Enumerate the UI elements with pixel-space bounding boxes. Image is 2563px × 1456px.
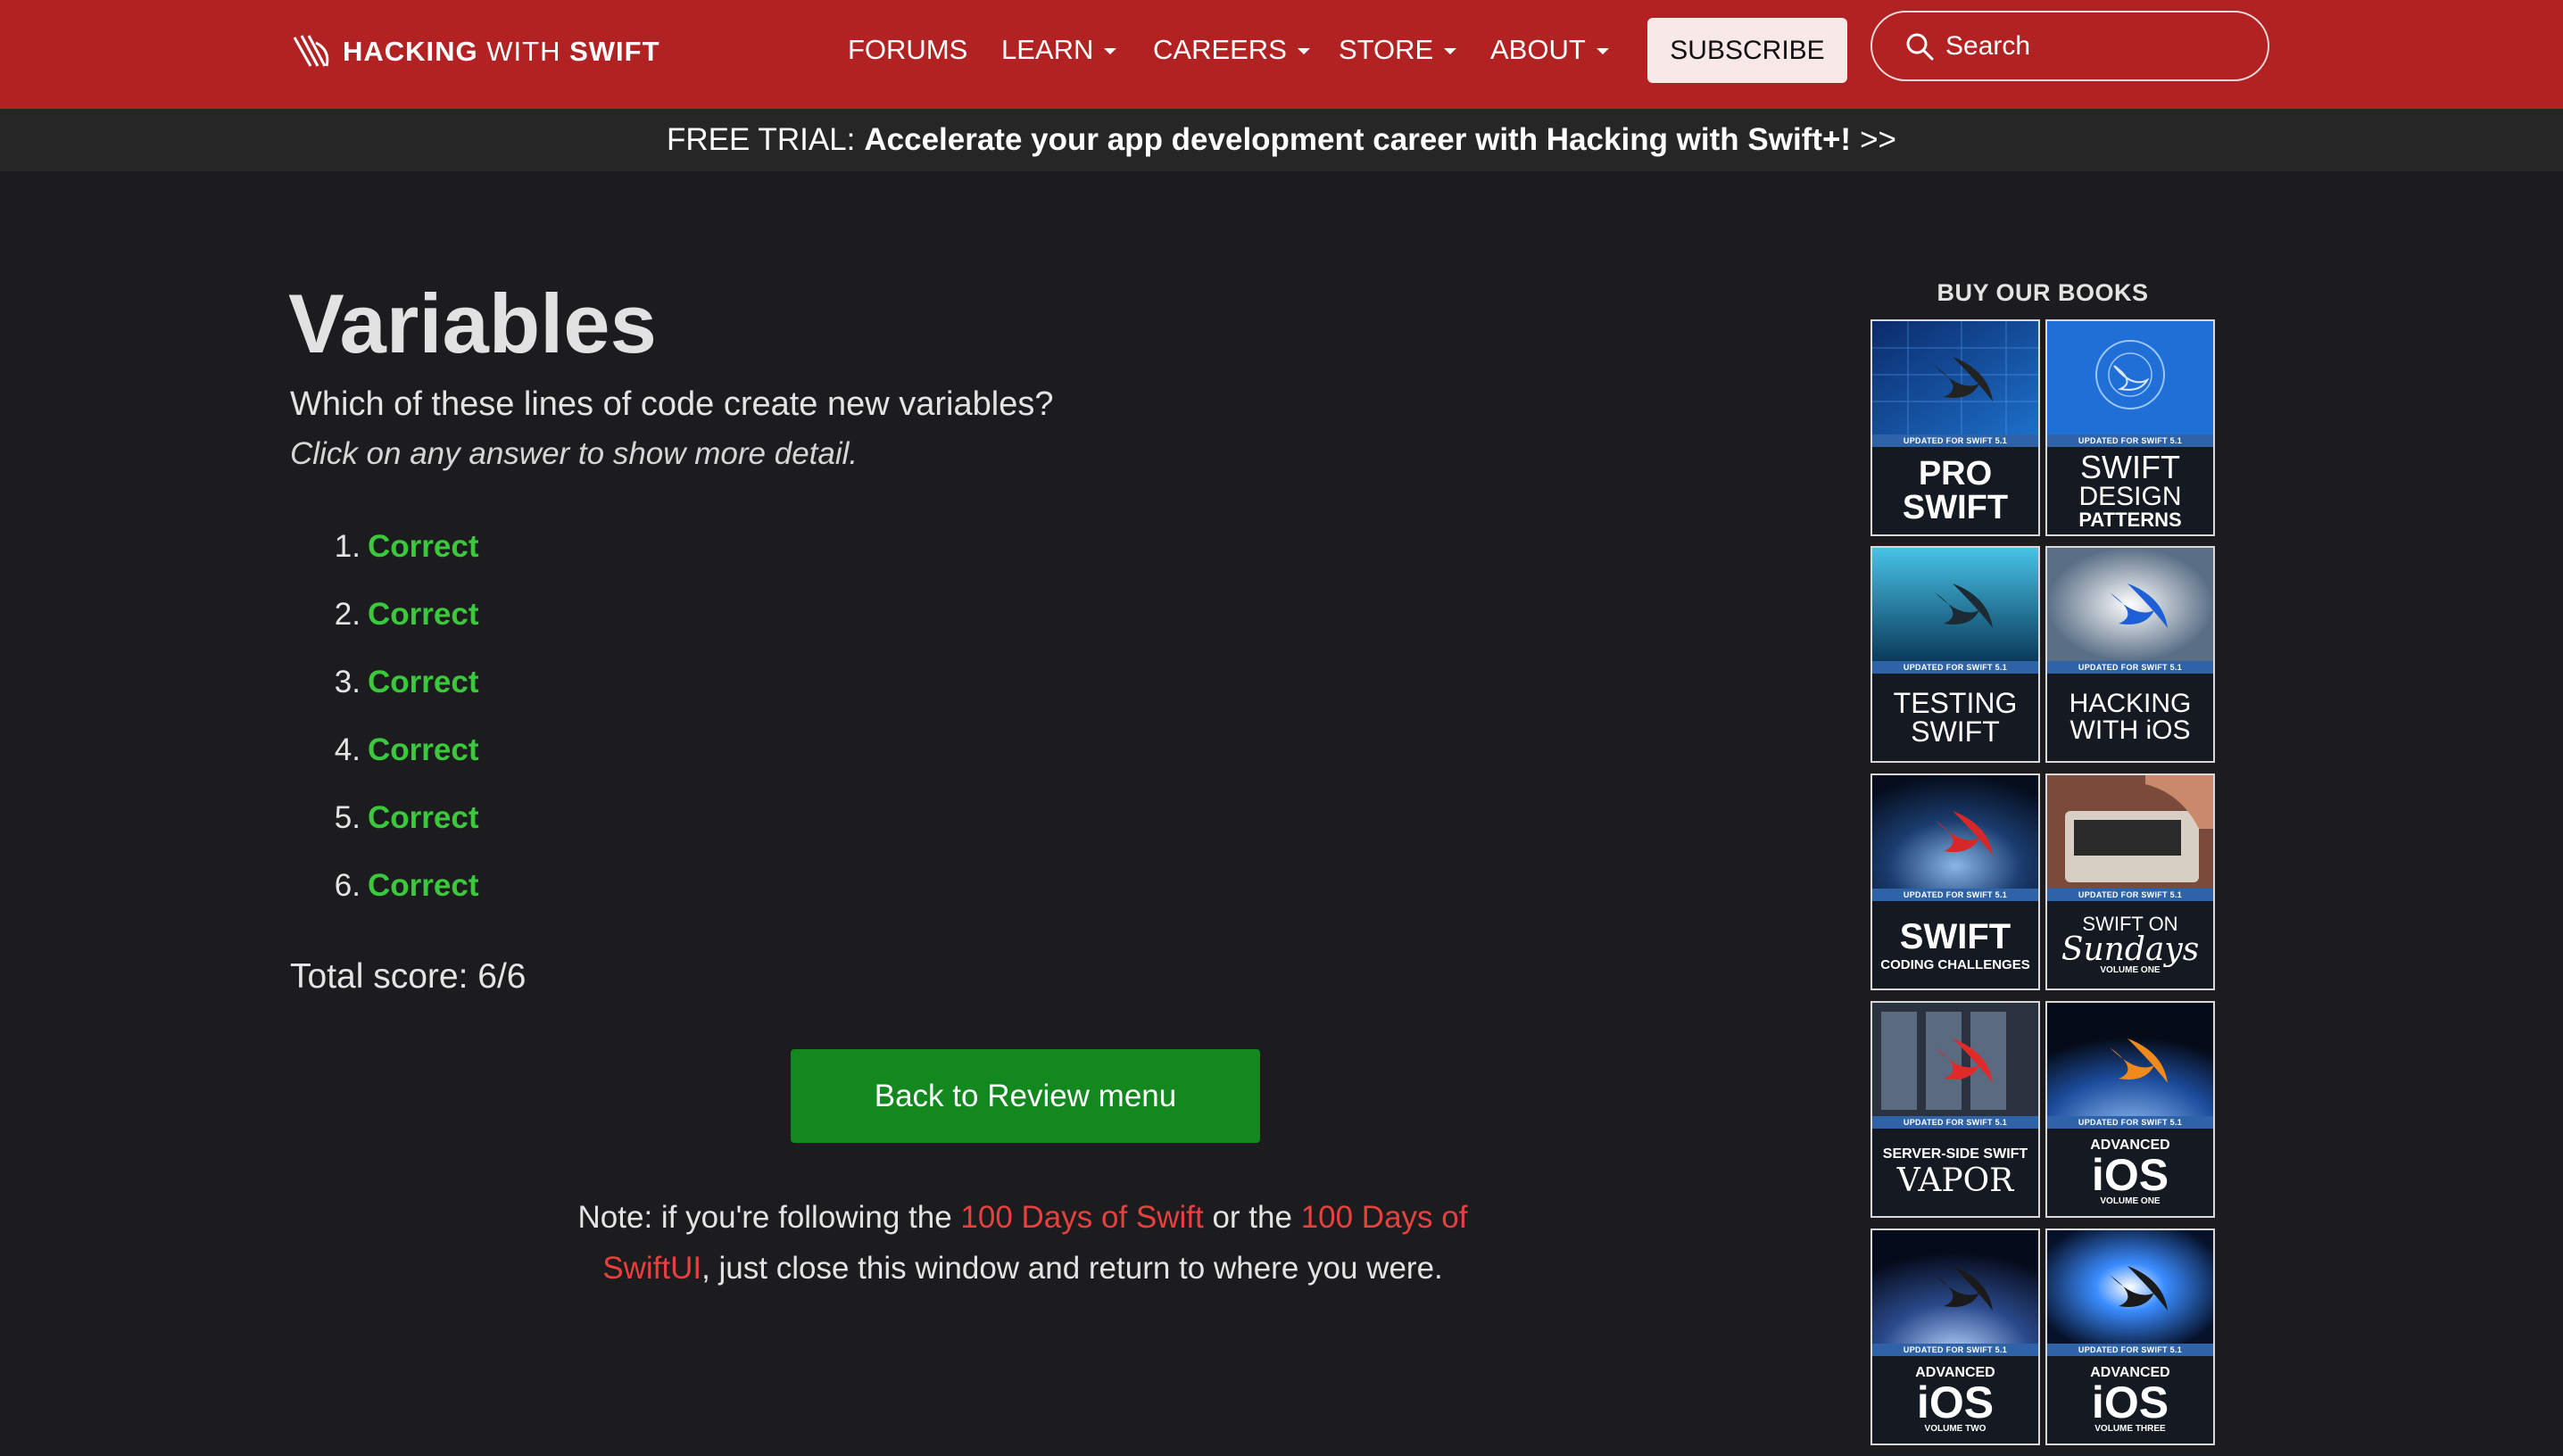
answer-result: Correct <box>368 732 479 767</box>
book-swift-on-sundays[interactable]: UPDATED FOR SWIFT 5.1 SWIFT ON Sundays V… <box>2045 774 2215 990</box>
book-pro-swift[interactable]: UPDATED FOR SWIFT 5.1 PRO SWIFT <box>1870 319 2040 536</box>
answer-item-3[interactable]: 3. Correct <box>321 649 479 716</box>
book-cover-art <box>2047 775 2213 889</box>
promo-suffix: >> <box>1860 122 1896 157</box>
book-swift-design-patterns[interactable]: UPDATED FOR SWIFT 5.1 SWIFT DESIGN PATTE… <box>2045 319 2215 536</box>
swift-logo-icon <box>293 35 329 67</box>
book-swift-coding-challenges[interactable]: UPDATED FOR SWIFT 5.1 SWIFT CODING CHALL… <box>1870 774 2040 990</box>
search-box[interactable] <box>1870 11 2269 81</box>
chevron-down-icon <box>1297 47 1310 54</box>
review-question: Which of these lines of code create new … <box>290 385 1054 423</box>
link-100-days-of-swift[interactable]: 100 Days of Swift <box>960 1200 1203 1235</box>
subscribe-button[interactable]: SUBSCRIBE <box>1647 18 1847 83</box>
promo-message: Accelerate your app development career w… <box>864 122 1852 157</box>
top-navbar: HACKING WITH SWIFT FORUMS LEARN CAREERS … <box>0 0 2563 109</box>
chevron-down-icon <box>1444 47 1457 54</box>
answer-item-6[interactable]: 6. Correct <box>321 852 479 920</box>
review-hint: Click on any answer to show more detail. <box>290 436 858 471</box>
nav-about-dropdown[interactable]: ABOUT <box>1490 30 1609 70</box>
answer-result: Correct <box>368 597 479 632</box>
answer-item-5[interactable]: 5. Correct <box>321 784 479 852</box>
book-advanced-ios-volume-three[interactable]: UPDATED FOR SWIFT 5.1 ADVANCED iOS VOLUM… <box>2045 1228 2215 1445</box>
answer-result: Correct <box>368 868 479 903</box>
book-cover-art <box>2047 321 2213 434</box>
book-cover-art <box>1872 775 2038 889</box>
answer-result: Correct <box>368 800 479 835</box>
promo-prefix: FREE TRIAL: <box>667 122 856 157</box>
nav-careers-dropdown[interactable]: CAREERS <box>1153 30 1310 70</box>
book-cover-art <box>2047 548 2213 661</box>
page-title: Variables <box>288 277 657 370</box>
answer-result: Correct <box>368 529 479 564</box>
brand-logo-link[interactable]: HACKING WITH SWIFT <box>291 27 660 77</box>
chevron-down-icon <box>1596 47 1609 54</box>
book-advanced-ios-volume-two[interactable]: UPDATED FOR SWIFT 5.1 ADVANCED iOS VOLUM… <box>1870 1228 2040 1445</box>
buy-our-books-heading: BUY OUR BOOKS <box>1937 279 2149 306</box>
nav-forums[interactable]: FORUMS <box>848 30 967 70</box>
free-trial-banner[interactable]: FREE TRIAL: Accelerate your app developm… <box>0 109 2563 171</box>
book-testing-swift[interactable]: UPDATED FOR SWIFT 5.1 TESTING SWIFT <box>1870 546 2040 763</box>
answer-list: 1. Correct 2. Correct 3. Correct 4. Correct … <box>321 513 479 920</box>
book-cover-art <box>2047 1230 2213 1344</box>
nav-store-dropdown[interactable]: STORE <box>1339 30 1457 70</box>
total-score: Total score: 6/6 <box>290 957 527 996</box>
book-server-side-swift-vapor[interactable]: UPDATED FOR SWIFT 5.1 SERVER-SIDE SWIFT … <box>1870 1001 2040 1218</box>
book-cover-art <box>2047 1003 2213 1116</box>
search-input[interactable] <box>1945 30 2267 62</box>
completion-note: Note: if you're following the 100 Days o… <box>577 1200 1468 1286</box>
book-cover-art <box>1872 1230 2038 1344</box>
back-to-review-menu-button[interactable]: Back to Review menu <box>791 1049 1260 1143</box>
nav-learn-dropdown[interactable]: LEARN <box>1001 30 1117 70</box>
answer-result: Correct <box>368 665 479 699</box>
book-cover-art <box>1872 321 2038 434</box>
answer-item-2[interactable]: 2. Correct <box>321 581 479 649</box>
book-hacking-with-ios[interactable]: UPDATED FOR SWIFT 5.1 HACKING WITH iOS <box>2045 546 2215 763</box>
answer-item-4[interactable]: 4. Correct <box>321 716 479 784</box>
book-cover-art <box>1872 548 2038 661</box>
chevron-down-icon <box>1104 47 1117 54</box>
brand-name: HACKING WITH SWIFT <box>343 36 660 67</box>
search-icon <box>1906 33 1934 60</box>
book-cover-art <box>1872 1003 2038 1116</box>
answer-item-1[interactable]: 1. Correct <box>321 513 479 581</box>
book-advanced-ios-volume-one[interactable]: UPDATED FOR SWIFT 5.1 ADVANCED iOS VOLUM… <box>2045 1001 2215 1218</box>
